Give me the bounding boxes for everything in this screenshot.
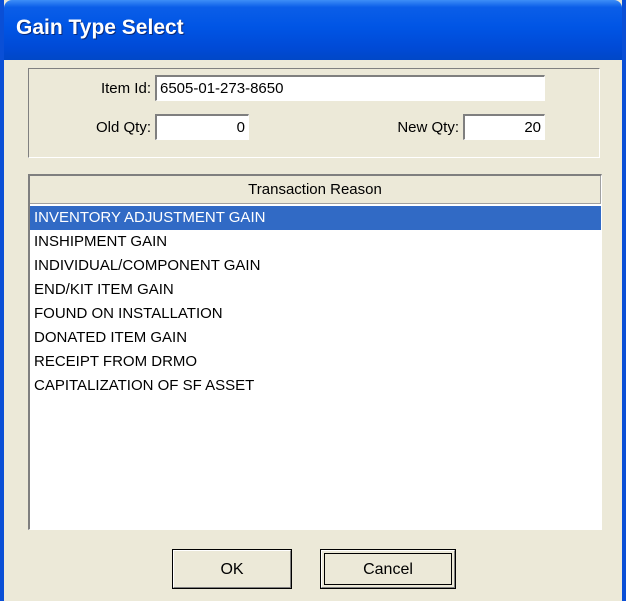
window-title: Gain Type Select — [16, 16, 184, 39]
list-item[interactable]: DONATED ITEM GAIN — [30, 326, 601, 350]
old-qty-field[interactable]: 0 — [155, 114, 249, 140]
item-details-panel: Item Id: 6505-01-273-8650 Old Qty: 0 New… — [28, 68, 600, 158]
list-item[interactable]: INDIVIDUAL/COMPONENT GAIN — [30, 254, 601, 278]
new-qty-field[interactable]: 20 — [463, 114, 545, 140]
transaction-reason-items: INVENTORY ADJUSTMENT GAIN INSHIPMENT GAI… — [30, 206, 601, 398]
transaction-reason-header[interactable]: Transaction Reason — [30, 176, 601, 204]
transaction-reason-list: Transaction Reason INVENTORY ADJUSTMENT … — [28, 174, 602, 530]
list-item[interactable]: FOUND ON INSTALLATION — [30, 302, 601, 326]
list-item[interactable]: CAPITALIZATION OF SF ASSET — [30, 374, 601, 398]
gain-type-select-dialog: Gain Type Select Item Id: 6505-01-273-86… — [0, 0, 626, 601]
cancel-button[interactable]: Cancel — [320, 549, 456, 589]
ok-button[interactable]: OK — [172, 549, 292, 589]
old-qty-label: Old Qty: — [95, 119, 151, 136]
new-qty-label: New Qty: — [397, 119, 459, 136]
cancel-button-label: Cancel — [321, 550, 455, 588]
list-item[interactable]: INSHIPMENT GAIN — [30, 230, 601, 254]
item-id-label: Item Id: — [100, 80, 151, 97]
item-id-field[interactable]: 6505-01-273-8650 — [155, 75, 545, 101]
list-item[interactable]: END/KIT ITEM GAIN — [30, 278, 601, 302]
list-item[interactable]: INVENTORY ADJUSTMENT GAIN — [30, 206, 601, 230]
ok-button-label: OK — [173, 550, 291, 588]
list-item[interactable]: RECEIPT FROM DRMO — [30, 350, 601, 374]
title-bar[interactable]: Gain Type Select — [4, 0, 622, 60]
